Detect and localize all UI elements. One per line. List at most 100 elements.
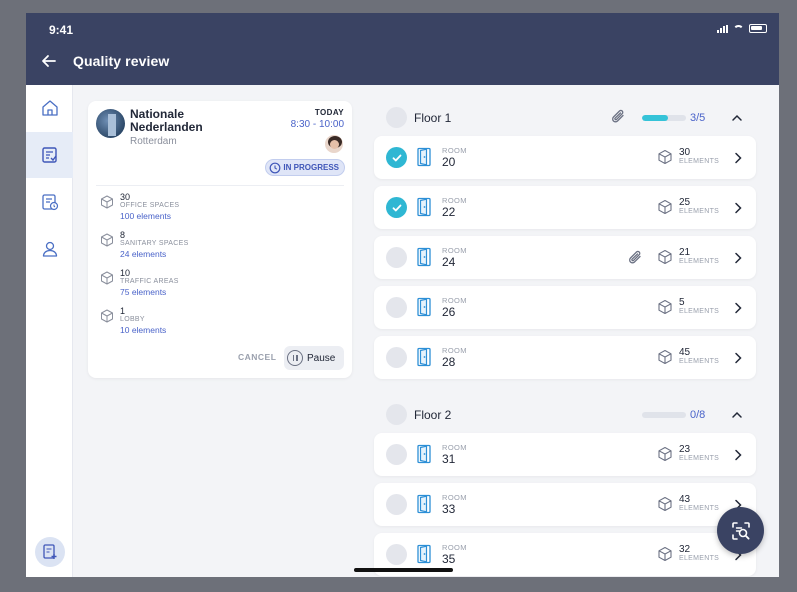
floor-count: 3/5	[690, 112, 706, 124]
room-row[interactable]: ROOM 22 25 ELEMENTS	[374, 186, 756, 229]
floor-checkbox[interactable]	[386, 404, 407, 425]
room-row[interactable]: ROOM 26 5 ELEMENTS	[374, 286, 756, 329]
sidebar	[26, 85, 73, 577]
room-checkbox[interactable]	[386, 494, 407, 515]
scan-button[interactable]	[717, 507, 764, 554]
space-label: TRAFFIC AREAS	[120, 278, 179, 285]
room-number: 31	[442, 452, 456, 466]
floor-header[interactable]: Floor 1 3/5	[374, 101, 758, 135]
room-number: 33	[442, 502, 456, 516]
cube-icon	[658, 149, 672, 165]
door-icon	[417, 544, 431, 564]
scan-search-icon	[731, 521, 750, 540]
element-count: 5	[679, 297, 685, 308]
room-checkbox[interactable]	[386, 544, 407, 565]
space-count: 8	[120, 230, 126, 240]
room-row[interactable]: ROOM 33 43 ELEMENTS	[374, 483, 756, 526]
space-elements-link[interactable]: 100 elements	[120, 211, 171, 221]
space-elements-link[interactable]: 10 elements	[120, 325, 166, 335]
element-label: ELEMENTS	[679, 158, 720, 165]
room-label: ROOM	[442, 196, 467, 205]
room-label: ROOM	[442, 443, 467, 452]
cube-icon	[658, 299, 672, 315]
room-row[interactable]: ROOM 24 21 ELEMENTS	[374, 236, 756, 279]
floor-checkbox[interactable]	[386, 107, 407, 128]
room-checkbox[interactable]	[386, 247, 407, 268]
cube-icon	[658, 546, 672, 562]
room-row[interactable]: ROOM 31 23 ELEMENTS	[374, 433, 756, 476]
element-label: ELEMENTS	[679, 208, 720, 215]
room-label: ROOM	[442, 146, 467, 155]
floor-count: 0/8	[690, 409, 706, 421]
space-label: OFFICE SPACES	[120, 202, 180, 209]
room-number: 22	[442, 205, 456, 219]
sidebar-item-schedule[interactable]	[26, 179, 73, 225]
review-time: 8:30 - 10:00	[290, 119, 344, 130]
check-icon	[392, 204, 401, 211]
room-row[interactable]: ROOM 28 45 ELEMENTS	[374, 336, 756, 379]
status-badge-label: IN PROGRESS	[283, 163, 339, 172]
cube-icon	[658, 496, 672, 512]
battery-icon	[749, 24, 767, 33]
chevron-right-icon	[735, 352, 742, 364]
room-checkbox[interactable]	[386, 147, 407, 168]
review-card[interactable]: Nationale Nederlanden Rotterdam TODAY 8:…	[88, 101, 352, 378]
door-icon	[417, 247, 431, 267]
space-count: 1	[120, 306, 126, 316]
space-elements-link[interactable]: 75 elements	[120, 287, 166, 297]
element-label: ELEMENTS	[679, 455, 720, 462]
app-header: 9:41 Quality review	[26, 13, 779, 85]
sidebar-item-reviews[interactable]	[26, 132, 73, 178]
room-checkbox[interactable]	[386, 444, 407, 465]
chevron-right-icon	[735, 202, 742, 214]
space-count: 30	[120, 192, 131, 202]
room-row[interactable]: ROOM 20 30 ELEMENTS	[374, 136, 756, 179]
floor-header[interactable]: Floor 2 0/8	[374, 398, 758, 432]
element-count: 23	[679, 444, 691, 455]
back-arrow-icon[interactable]	[40, 52, 58, 70]
app-window: 9:41 Quality review Nationale Nederlande	[26, 13, 779, 577]
home-icon	[41, 100, 58, 116]
sidebar-item-home[interactable]	[26, 85, 73, 131]
door-icon	[417, 494, 431, 514]
space-count: 10	[120, 268, 131, 278]
space-elements-link[interactable]: 24 elements	[120, 249, 166, 259]
wifi-icon	[733, 24, 744, 33]
element-count: 21	[679, 247, 691, 258]
element-label: ELEMENTS	[679, 308, 720, 315]
pause-button[interactable]: Pause	[284, 346, 344, 370]
client-city: Rotterdam	[130, 136, 177, 147]
cube-icon	[658, 446, 672, 462]
room-number: 20	[442, 155, 456, 169]
chevron-up-icon[interactable]	[730, 111, 744, 130]
door-icon	[417, 444, 431, 464]
element-count: 25	[679, 197, 691, 208]
status-icons	[717, 24, 767, 33]
paperclip-icon[interactable]	[627, 249, 645, 267]
floor-progress-bar	[642, 115, 686, 121]
room-checkbox[interactable]	[386, 297, 407, 318]
chevron-up-icon[interactable]	[730, 408, 744, 427]
room-number: 35	[442, 552, 456, 566]
floor-progress-fill	[642, 115, 669, 121]
cube-icon	[101, 233, 113, 247]
status-badge: IN PROGRESS	[265, 159, 345, 176]
space-label: LOBBY	[120, 316, 145, 323]
room-checkbox[interactable]	[386, 347, 407, 368]
cube-icon	[101, 309, 113, 323]
element-label: ELEMENTS	[679, 555, 720, 562]
cancel-button[interactable]: CANCEL	[238, 352, 276, 362]
element-count: 45	[679, 347, 691, 358]
checklist-icon	[41, 147, 57, 163]
room-number: 28	[442, 355, 456, 369]
user-icon	[42, 241, 57, 257]
room-number: 26	[442, 305, 456, 319]
room-checkbox[interactable]	[386, 197, 407, 218]
client-logo	[96, 109, 125, 138]
schedule-doc-icon	[41, 194, 58, 211]
new-review-button[interactable]	[35, 537, 65, 567]
sidebar-item-profile[interactable]	[26, 226, 73, 272]
paperclip-icon[interactable]	[610, 108, 628, 131]
review-day: TODAY	[314, 108, 344, 117]
chevron-right-icon	[735, 449, 742, 461]
